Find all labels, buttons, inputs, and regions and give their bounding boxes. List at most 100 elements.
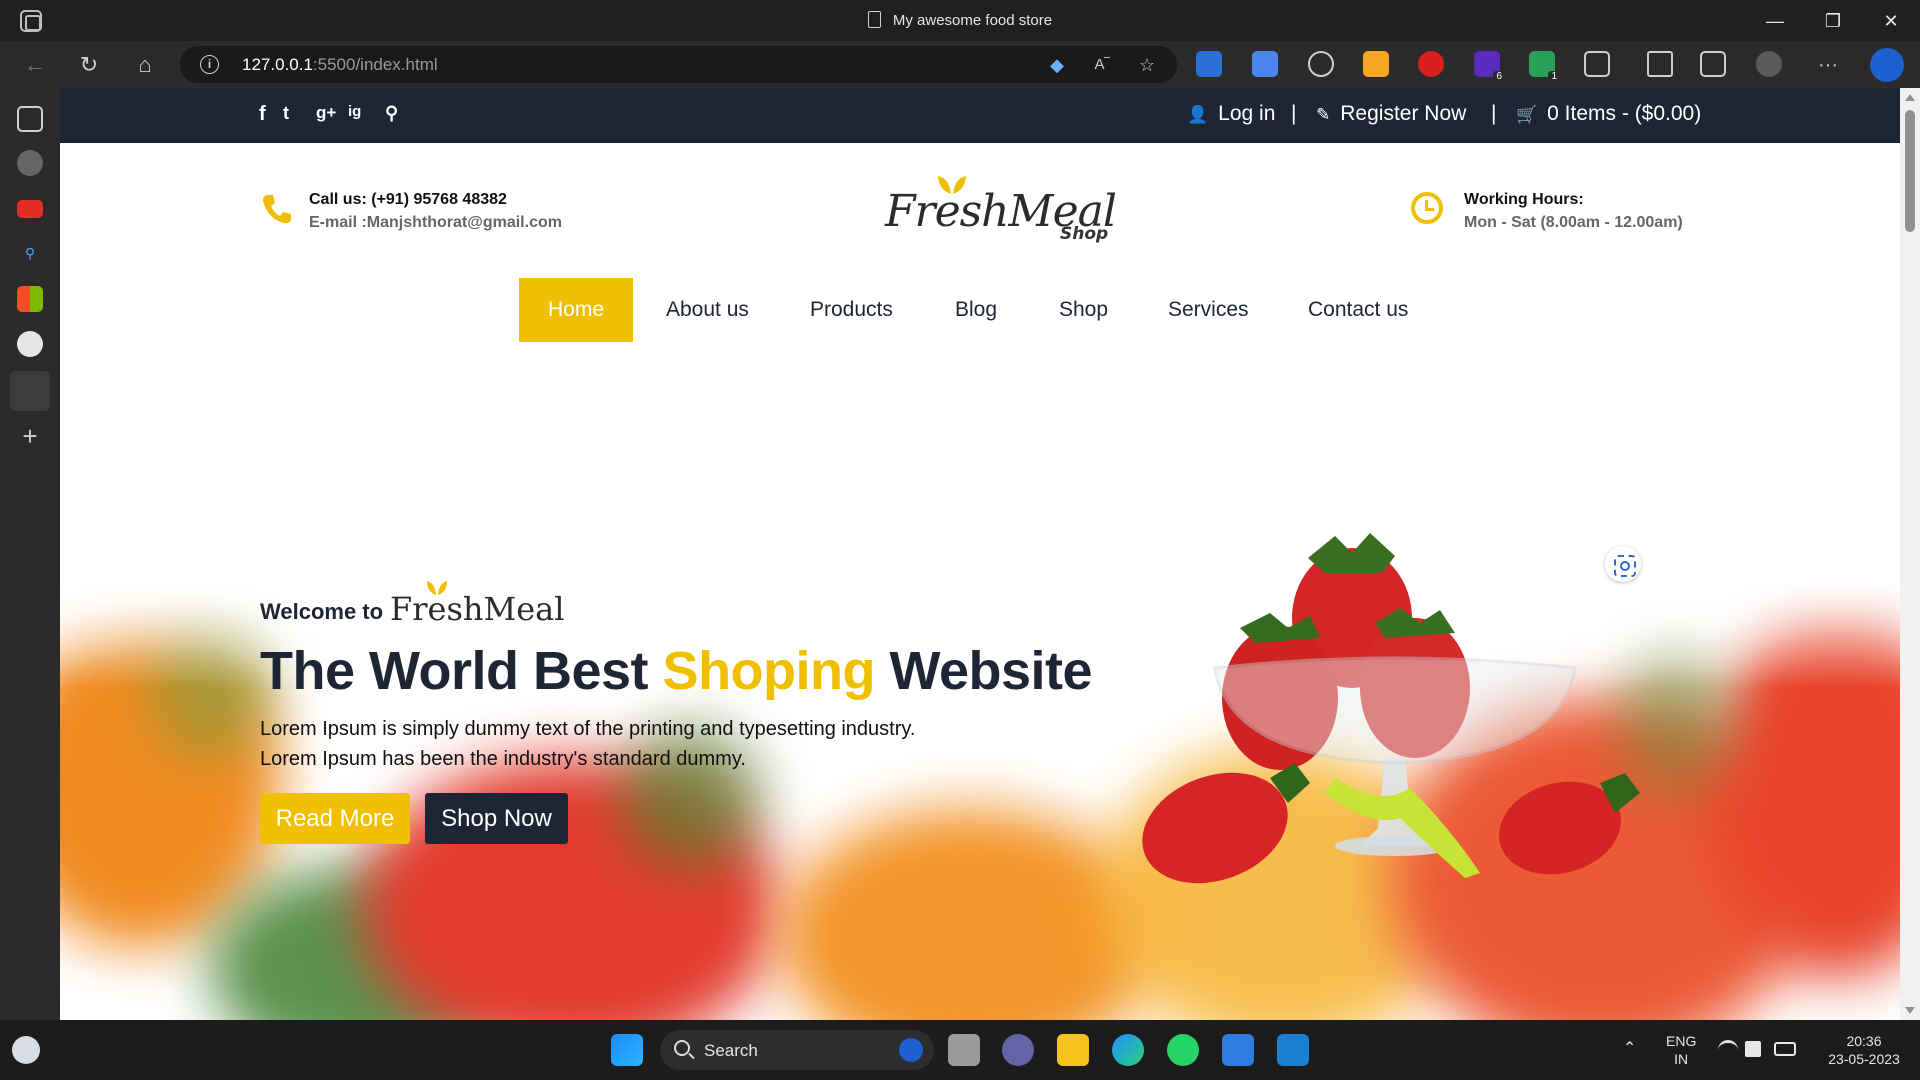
scroll-down-icon[interactable] bbox=[1905, 1007, 1915, 1014]
favorite-star-icon[interactable]: ☆ bbox=[1136, 54, 1158, 76]
google-plus-icon[interactable]: g+ bbox=[316, 103, 336, 123]
login-link[interactable]: 👤 Log in bbox=[1187, 102, 1275, 126]
cart-label: 0 Items - ($0.00) bbox=[1547, 102, 1702, 125]
register-link[interactable]: ✎ Register Now bbox=[1316, 102, 1466, 126]
login-label: Log in bbox=[1218, 102, 1276, 125]
clock[interactable]: 20:36 23-05-2023 bbox=[1815, 1032, 1913, 1068]
settings-more-button[interactable]: ··· bbox=[1812, 49, 1844, 81]
orange-extension-icon[interactable] bbox=[1363, 51, 1389, 77]
facebook-icon[interactable]: f bbox=[259, 103, 266, 126]
instagram-icon[interactable]: ig bbox=[348, 103, 361, 120]
separator: | bbox=[1491, 102, 1497, 125]
shop-now-button[interactable]: Shop Now bbox=[425, 793, 568, 844]
language-indicator[interactable]: ENG IN bbox=[1666, 1032, 1696, 1068]
close-window-button[interactable]: ✕ bbox=[1868, 6, 1914, 36]
url-text[interactable]: 127.0.0.1:5500/index.html bbox=[242, 55, 438, 75]
email-text[interactable]: E-mail :Manjshthorat@gmail.com bbox=[309, 214, 562, 232]
edge-browser-icon[interactable] bbox=[1112, 1034, 1144, 1066]
browser-sidebar: ⚲ + bbox=[0, 88, 60, 1020]
web-page: f t g+ ig ⚲ 👤 Log in | ✎ Register Now | 🛒 0… bbox=[60, 88, 1900, 1020]
vscode-icon[interactable] bbox=[1277, 1034, 1309, 1066]
home-button[interactable]: ⌂ bbox=[129, 49, 161, 81]
page-scrollbar[interactable] bbox=[1900, 88, 1920, 1020]
call-us-text: Call us: (+91) 95768 48382 bbox=[309, 191, 507, 208]
logo-shop: Shop bbox=[1060, 224, 1109, 244]
wifi-icon[interactable] bbox=[1718, 1040, 1738, 1060]
outlook-icon[interactable] bbox=[17, 331, 43, 357]
back-button[interactable]: ← bbox=[19, 49, 51, 81]
cart-link[interactable]: 🛒 0 Items - ($0.00) bbox=[1516, 102, 1701, 126]
price-tag-icon[interactable]: ◆ bbox=[1046, 54, 1068, 76]
document-sidebar-icon[interactable] bbox=[10, 371, 50, 411]
user-icon: 👤 bbox=[1187, 105, 1209, 124]
taskbar-search[interactable]: Search bbox=[660, 1030, 934, 1070]
todo-icon[interactable] bbox=[1222, 1034, 1254, 1066]
site-info-icon[interactable]: i bbox=[200, 55, 219, 74]
vertical-tabs-icon[interactable] bbox=[17, 106, 43, 132]
strawberry-bowl-image bbox=[1142, 533, 1640, 884]
welcome-brand: FreshMeal bbox=[390, 590, 565, 628]
hero-headline: The World Best Shoping Website bbox=[260, 641, 1093, 701]
favorites-icon[interactable] bbox=[1647, 51, 1673, 77]
brand-leaf-icon bbox=[427, 581, 447, 595]
hero-description: Lorem Ipsum is simply dummy text of the … bbox=[260, 718, 916, 770]
cart-icon: 🛒 bbox=[1516, 105, 1538, 124]
add-sidebar-icon[interactable]: + bbox=[17, 423, 43, 449]
windows-start-icon[interactable] bbox=[611, 1034, 643, 1066]
file-explorer-icon[interactable] bbox=[1057, 1034, 1089, 1066]
scrollbar-thumb[interactable] bbox=[1905, 110, 1915, 232]
scroll-up-icon[interactable] bbox=[1905, 94, 1915, 101]
weather-icon[interactable] bbox=[12, 1036, 40, 1064]
twitter-icon[interactable]: t bbox=[283, 103, 289, 124]
adblock-extension-icon[interactable] bbox=[1418, 51, 1444, 77]
separator: | bbox=[1291, 102, 1297, 125]
nav-products[interactable]: Products bbox=[810, 278, 893, 342]
extension-badge: 6 bbox=[1493, 71, 1505, 82]
extension-badge: 1 bbox=[1548, 71, 1560, 82]
minimize-button[interactable]: — bbox=[1752, 6, 1798, 36]
bing-icon bbox=[899, 1038, 923, 1062]
youtube-icon[interactable] bbox=[17, 200, 43, 218]
teams-chat-icon[interactable] bbox=[1002, 1034, 1034, 1066]
visual-search-icon[interactable] bbox=[1605, 546, 1641, 582]
whatsapp-icon[interactable] bbox=[1167, 1034, 1199, 1066]
microsoft-icon[interactable] bbox=[17, 286, 43, 312]
restore-button[interactable]: ❐ bbox=[1810, 6, 1856, 36]
site-logo[interactable]: FreshMeal Shop bbox=[875, 172, 1125, 252]
volume-icon[interactable] bbox=[1745, 1041, 1761, 1057]
search-icon[interactable]: ⚲ bbox=[385, 103, 398, 124]
nav-about-us[interactable]: About us bbox=[666, 278, 749, 342]
nav-shop[interactable]: Shop bbox=[1059, 278, 1108, 342]
edit-icon: ✎ bbox=[1316, 105, 1331, 124]
working-hours-text: Mon - Sat (8.00am - 12.00am) bbox=[1464, 214, 1683, 231]
tab-title: My awesome food store bbox=[892, 12, 1053, 29]
show-hidden-icons-icon[interactable]: ⌃ bbox=[1623, 1040, 1636, 1058]
profile-avatar-icon[interactable] bbox=[1756, 51, 1782, 77]
collections-icon[interactable] bbox=[1700, 51, 1726, 77]
search-sidebar-icon[interactable]: ⚲ bbox=[17, 240, 43, 266]
nav-home[interactable]: Home bbox=[519, 278, 634, 342]
browser-title-bar: My awesome food store — ❐ ✕ bbox=[0, 0, 1920, 41]
battery-icon[interactable] bbox=[1774, 1042, 1796, 1056]
window-title: My awesome food store bbox=[0, 11, 1920, 29]
nav-contact-us[interactable]: Contact us bbox=[1308, 278, 1408, 342]
nav-services[interactable]: Services bbox=[1168, 278, 1249, 342]
shield-extension-icon[interactable]: 1 bbox=[1529, 51, 1560, 82]
address-bar[interactable]: i 127.0.0.1:5500/index.html ◆ A‾ ☆ bbox=[180, 46, 1177, 83]
react-devtools-icon[interactable] bbox=[1308, 51, 1334, 77]
nav-blog[interactable]: Blog bbox=[955, 278, 997, 342]
github-icon[interactable] bbox=[17, 150, 43, 176]
read-aloud-icon[interactable]: A‾ bbox=[1091, 54, 1113, 76]
purple-extension-icon[interactable]: 6 bbox=[1474, 51, 1505, 82]
phone-icon bbox=[263, 195, 291, 224]
pen-extension-icon[interactable] bbox=[1196, 51, 1222, 77]
read-more-button[interactable]: Read More bbox=[260, 793, 410, 844]
refresh-button[interactable]: ↻ bbox=[73, 49, 105, 81]
bing-copilot-icon[interactable] bbox=[1870, 48, 1904, 82]
task-view-icon[interactable] bbox=[948, 1034, 980, 1066]
clock-icon bbox=[1411, 192, 1443, 224]
translate-extension-icon[interactable] bbox=[1252, 51, 1278, 77]
extensions-puzzle-icon[interactable] bbox=[1584, 51, 1610, 77]
windows-taskbar: Search ⌃ ENG IN 20:36 23-05-2023 bbox=[0, 1020, 1920, 1080]
document-icon bbox=[867, 11, 881, 28]
